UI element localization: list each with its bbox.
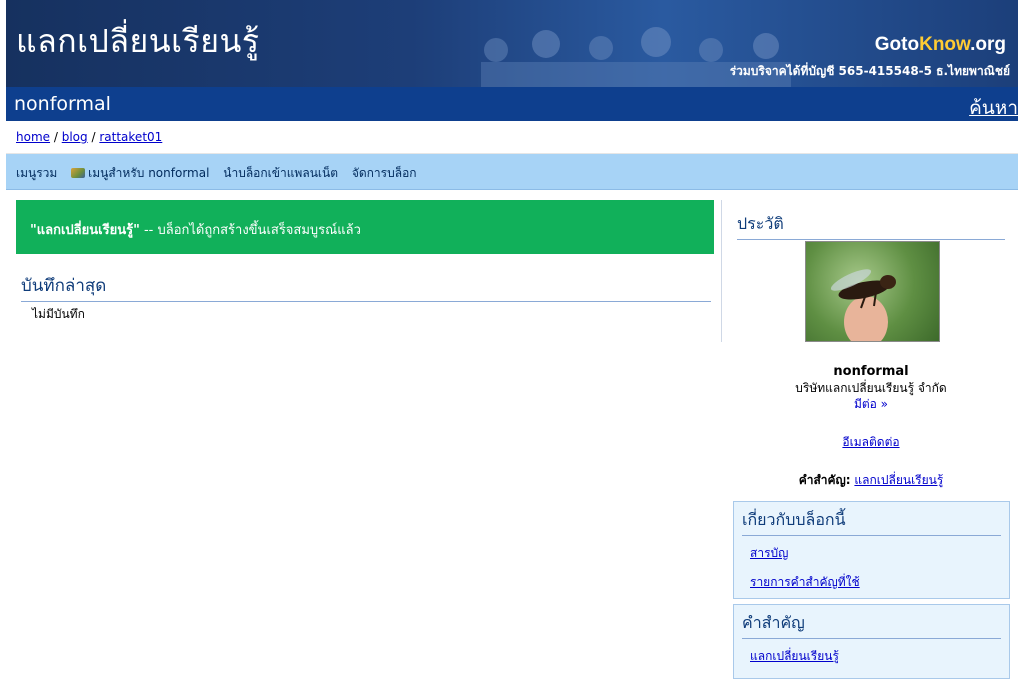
profile-heading: ประวัติ [737, 212, 1005, 240]
about-blog-heading: เกี่ยวกับบล็อกนี้ [742, 508, 1001, 536]
site-banner: แลกเปลี่ยนเรียนรู้ GotoKnow.org ร่วมบริจ… [6, 0, 1018, 87]
gotoknow-logo[interactable]: GotoKnow.org [875, 34, 1006, 56]
profile-name: nonformal [833, 364, 909, 379]
search-link[interactable]: ค้นหา [969, 93, 1018, 123]
email-contact: อีเมลติดต่อ [737, 433, 1005, 452]
blog-title-bar: nonformal ค้นหา [6, 87, 1018, 121]
success-notice: "แลกเปลี่ยนเรียนรู้" -- บล็อกได้ถูกสร้าง… [16, 200, 714, 254]
breadcrumb-separator: / [91, 130, 96, 144]
menu-user-label: เมนูสำหรับ nonformal [88, 166, 210, 180]
keywords-box: คำสำคัญ แลกเปลี่ยนเรียนรู้ [733, 604, 1010, 679]
menu-planet[interactable]: นำบล็อกเข้าแพลนเน็ต [223, 166, 338, 180]
breadcrumb-separator: / [53, 130, 58, 144]
brand-goto: Goto [874, 34, 920, 55]
more-link[interactable]: มีต่อ » [854, 397, 888, 411]
avatar[interactable] [805, 241, 940, 342]
menu-user[interactable]: เมนูสำหรับ nonformal [71, 166, 209, 180]
breadcrumb-blog[interactable]: blog [62, 130, 88, 144]
used-keywords-link[interactable]: รายการคำสำคัญที่ใช้ [750, 575, 860, 589]
no-entries-text: ไม่มีบันทึก [32, 307, 85, 321]
profile-org: บริษัทแลกเปลี่ยนเรียนรู้ จำกัด [795, 381, 947, 395]
latest-entries-heading: บันทึกล่าสุด [21, 272, 711, 302]
email-contact-link[interactable]: อีเมลติดต่อ [842, 435, 899, 449]
profile-info: nonformal บริษัทแลกเปลี่ยนเรียนรู้ จำกัด… [737, 364, 1005, 412]
column-divider [721, 200, 722, 342]
user-menu-icon [71, 168, 86, 178]
breadcrumb-user[interactable]: rattaket01 [99, 130, 162, 144]
site-title[interactable]: แลกเปลี่ยนเรียนรู้ [16, 16, 260, 67]
about-blog-box: เกี่ยวกับบล็อกนี้ สารบัญ รายการคำสำคัญที… [733, 501, 1010, 599]
notice-text: -- บล็อกได้ถูกสร้างขึ้นเสร็จสมบูรณ์แล้ว [139, 223, 361, 238]
keywords-label: คำสำคัญ: [798, 473, 851, 487]
notice-title: "แลกเปลี่ยนเรียนรู้" [30, 223, 140, 238]
brand-know: Know [919, 34, 971, 55]
menu-main[interactable]: เมนูรวม [16, 166, 57, 180]
keyword-item-link[interactable]: แลกเปลี่ยนเรียนรู้ [750, 649, 839, 663]
menu-manage[interactable]: จัดการบล็อก [352, 166, 417, 180]
toc-link[interactable]: สารบัญ [750, 546, 788, 560]
insect-photo [830, 269, 896, 341]
donate-text: ร่วมบริจาคได้ที่บัญชี 565-415548-5 ธ.ไทย… [729, 64, 1010, 78]
keyword-link[interactable]: แลกเปลี่ยนเรียนรู้ [854, 473, 943, 487]
breadcrumb-home[interactable]: home [16, 130, 50, 144]
keywords-heading: คำสำคัญ [742, 611, 1001, 639]
menu-bar: เมนูรวม เมนูสำหรับ nonformal นำบล็อกเข้า… [6, 154, 1018, 190]
blog-name[interactable]: nonformal [14, 93, 111, 115]
brand-org: .org [970, 34, 1006, 55]
profile-keywords: คำสำคัญ: แลกเปลี่ยนเรียนรู้ [737, 471, 1005, 490]
breadcrumb: home / blog / rattaket01 [6, 121, 1018, 154]
